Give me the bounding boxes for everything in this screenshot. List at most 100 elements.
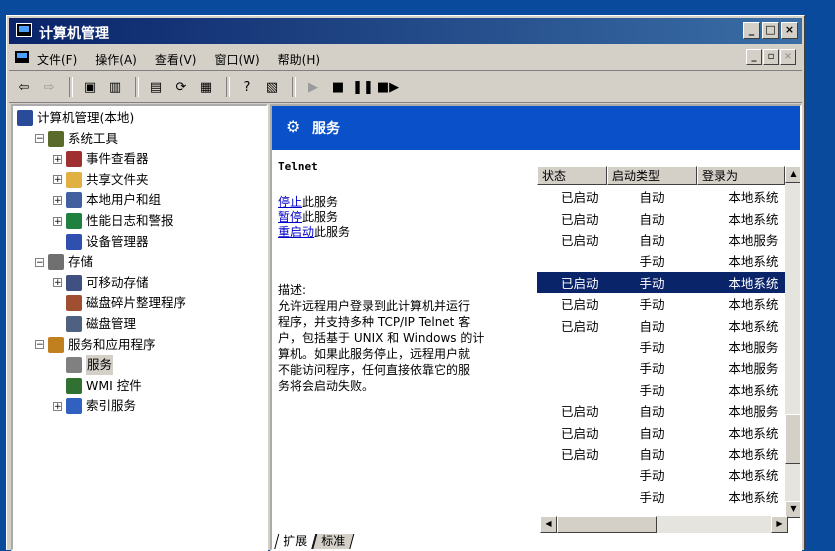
action-suffix: 此服务 (302, 195, 339, 209)
cell-status: 已启动 (561, 425, 599, 441)
vertical-scrollbar[interactable]: ▲ ▼ (785, 166, 800, 518)
tree-item[interactable]: + 性能日志和警报 (53, 211, 174, 231)
mdi-close-button[interactable]: × (780, 49, 796, 65)
horizontal-scroll-thumb[interactable] (557, 516, 657, 533)
tree-item[interactable]: 磁盘管理 (53, 314, 136, 334)
table-row[interactable]: 已启动 自动 本地系统 (537, 314, 785, 335)
table-row[interactable]: 已启动 手动 本地系统 (537, 293, 785, 314)
table-row[interactable]: 已启动 手动 本地系统 (537, 271, 785, 293)
tree-item[interactable]: + 共享文件夹 (53, 170, 149, 190)
stop-service-link[interactable]: 停止 (278, 195, 302, 209)
table-row[interactable]: 已启动 自动 本地系统 (537, 186, 785, 207)
expand-icon[interactable]: + (53, 216, 62, 226)
menu-help[interactable]: 帮助(H) (278, 51, 320, 68)
export-list-icon[interactable]: ▦ (195, 76, 217, 98)
help-icon[interactable]: ? (236, 76, 258, 98)
expand-icon[interactable]: + (53, 278, 62, 288)
cell-startup: 手动 (639, 361, 665, 377)
table-row[interactable]: 已启动 自动 本地系统 (537, 443, 785, 464)
tab-extended[interactable]: 扩展 (273, 534, 317, 549)
back-arrow-icon[interactable]: ⇦ (13, 76, 35, 98)
close-button[interactable]: × (781, 22, 798, 39)
properties-icon[interactable]: ▤ (145, 76, 167, 98)
pause-service-icon[interactable]: ❚❚ (352, 76, 374, 98)
expand-icon[interactable]: + (53, 195, 62, 205)
vertical-scroll-thumb[interactable] (785, 414, 800, 464)
start-service-icon[interactable]: ▶ (302, 76, 324, 98)
collapse-icon[interactable]: − (35, 257, 44, 267)
description-line: 不能访问程序，任何直接依靠它的服 (278, 363, 471, 377)
mdi-minimize-button[interactable]: _ (746, 49, 762, 65)
table-row[interactable]: 手动 本地系统 (537, 464, 785, 485)
console-tree: 计算机管理(本地) − 系统工具 + 事件查看器 + 共享文件夹 + 本地用户和组 + 性能日志和警… (11, 104, 268, 551)
pause-service-link[interactable]: 暂停 (278, 210, 302, 224)
tree-item[interactable]: + 事件查看器 (53, 149, 149, 169)
tree-item[interactable]: + 索引服务 (53, 396, 136, 416)
tree-item-label: 计算机管理(本地) (37, 110, 135, 125)
scroll-left-button[interactable]: ◀ (540, 516, 557, 533)
table-row[interactable]: 已启动 自动 本地系统 (537, 421, 785, 442)
collapse-icon[interactable]: − (35, 134, 44, 144)
column-startup-type[interactable]: 启动类型 (607, 166, 697, 185)
cell-startup: 手动 (639, 339, 665, 355)
table-row[interactable]: 手动 本地服务 (537, 336, 785, 357)
expand-icon[interactable]: + (53, 154, 62, 164)
tree-item[interactable]: 磁盘碎片整理程序 (53, 293, 186, 313)
table-row[interactable]: 已启动 自动 本地服务 (537, 400, 785, 421)
restart-service-icon[interactable]: ■▶ (377, 76, 399, 98)
refresh-icon[interactable]: ⟳ (170, 76, 192, 98)
title-bar[interactable]: 计算机管理 _ □ × (9, 18, 802, 44)
expand-icon[interactable]: + (53, 175, 62, 185)
tree-item[interactable]: − 存储 (35, 252, 93, 272)
horizontal-scrollbar[interactable]: ◀ ▶ (540, 516, 788, 533)
tree-item[interactable]: 服务 (53, 355, 114, 376)
menu-action[interactable]: 操作(A) (95, 51, 137, 68)
menu-file[interactable]: 文件(F) (37, 51, 77, 68)
tree-item-label: 服务 (86, 355, 114, 376)
cell-startup: 自动 (639, 446, 665, 462)
stop-service-icon[interactable]: ■ (327, 76, 349, 98)
expand-icon[interactable]: + (53, 401, 62, 411)
scroll-right-button[interactable]: ▶ (771, 516, 788, 533)
tree-item-label: 磁盘管理 (86, 316, 137, 331)
tree-item[interactable]: + 本地用户和组 (53, 190, 161, 210)
column-status[interactable]: 状态 (537, 166, 607, 185)
table-row[interactable]: 已启动 自动 本地服务 (537, 229, 785, 250)
cell-status: 已启动 (561, 190, 599, 206)
cell-logon: 本地服务 (728, 361, 779, 377)
minimize-button[interactable]: _ (743, 22, 760, 39)
view-tabs: 扩展 标准 (273, 534, 355, 549)
table-row[interactable]: 手动 本地服务 (537, 357, 785, 378)
menu-view[interactable]: 查看(V) (155, 51, 197, 68)
table-row[interactable]: 已启动 自动 本地系统 (537, 207, 785, 228)
tree-item[interactable]: + 可移动存储 (53, 273, 149, 293)
mdi-restore-button[interactable]: ▫ (763, 49, 779, 65)
tree-item[interactable]: 设备管理器 (53, 232, 149, 252)
table-row[interactable]: 手动 本地系统 (537, 250, 785, 271)
up-folder-icon[interactable]: ▣ (79, 76, 101, 98)
tab-standard-label: 标准 (321, 534, 346, 548)
table-row[interactable]: 手动 本地系统 (537, 379, 785, 400)
show-tree-icon[interactable]: ▥ (104, 76, 126, 98)
maximize-button[interactable]: □ (762, 22, 779, 39)
console-icon[interactable]: ▧ (261, 76, 283, 98)
tree-item[interactable]: WMI 控件 (53, 376, 142, 396)
restart-service-link[interactable]: 重启动 (278, 225, 314, 239)
computer-icon (17, 110, 33, 126)
scroll-up-button[interactable]: ▲ (785, 166, 800, 183)
column-logon-as[interactable]: 登录为 (697, 166, 785, 185)
tab-standard[interactable]: 标准 (311, 534, 355, 549)
tree-item-label: 存储 (68, 254, 94, 270)
tree-item[interactable]: − 系统工具 (35, 129, 118, 149)
tree-item[interactable]: − 服务和应用程序 (35, 335, 156, 355)
description-line: 程序，并支持多种 TCP/IP Telnet 客 (278, 315, 471, 329)
storage-icon (48, 254, 64, 271)
document-icon[interactable] (15, 51, 29, 63)
device-manager-icon (66, 233, 82, 250)
collapse-icon[interactable]: − (35, 340, 44, 350)
menu-window[interactable]: 窗口(W) (214, 51, 259, 68)
forward-arrow-icon[interactable]: ⇨ (38, 76, 60, 98)
performance-icon (66, 213, 82, 229)
tree-item[interactable]: 计算机管理(本地) (17, 108, 134, 128)
table-row[interactable]: 手动 本地系统 (537, 486, 785, 507)
